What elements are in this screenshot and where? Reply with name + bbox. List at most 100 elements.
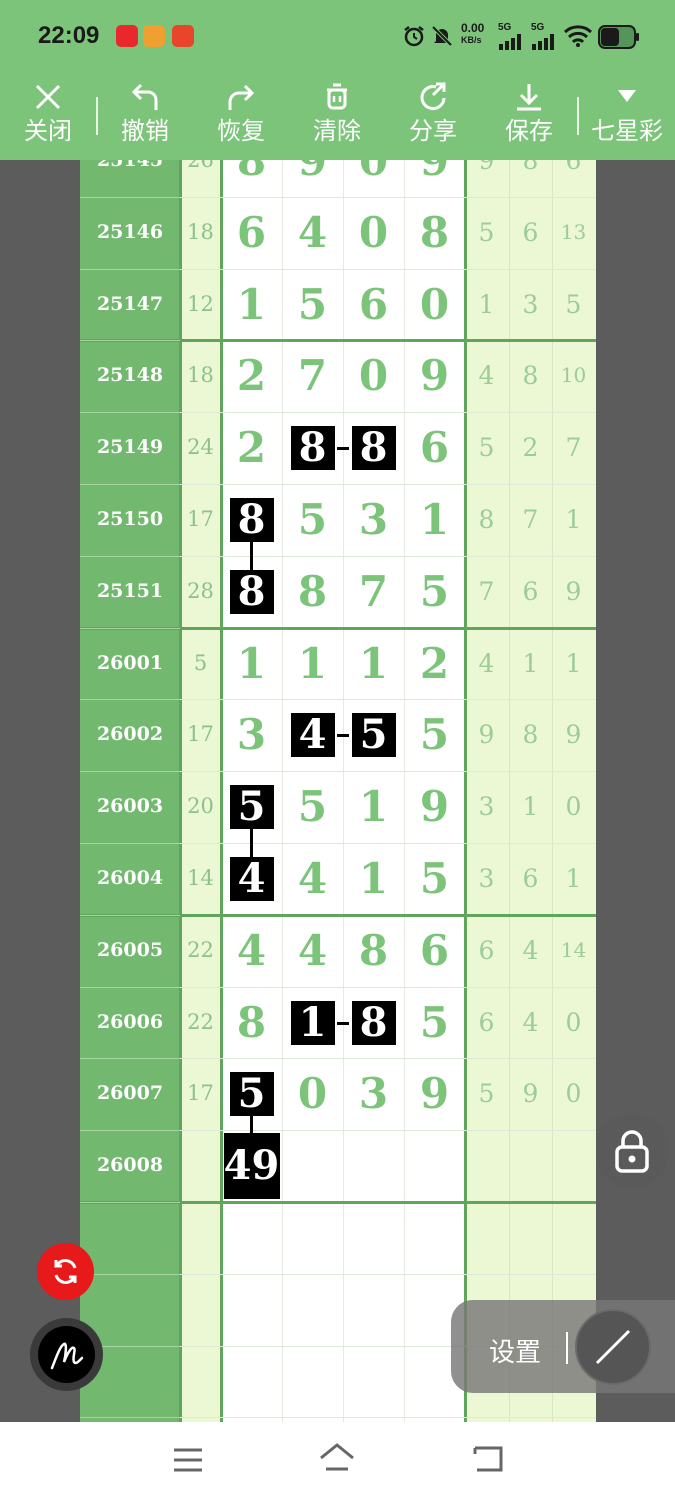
sum-value: 12 — [187, 291, 214, 316]
highlighted-digit: 49 — [223, 1133, 280, 1200]
top-toolbar: 22:09 0.00 KB/s 5G 5G 关闭 撤销 恢复 清除 分享 保存 … — [0, 0, 675, 160]
digit-cell — [404, 1130, 465, 1202]
digit-cell: 5 — [297, 782, 328, 832]
issue-number: 25148 — [96, 364, 164, 387]
digit-cell: 5 — [419, 854, 450, 903]
issue-number: 25147 — [96, 292, 164, 315]
stat-cell: 3 — [478, 864, 495, 893]
stat-cell: 1 — [522, 648, 539, 678]
pen-tool-inner — [38, 1326, 95, 1383]
digit-cell: 1 — [236, 279, 267, 329]
highlighted-digit: 5 — [351, 713, 396, 758]
lottery-label: 七星彩 — [591, 117, 663, 145]
digit-cell: 2 — [419, 638, 450, 688]
stat-cell: 8 — [522, 361, 539, 391]
issue-separator — [80, 1202, 180, 1203]
stat-cell: 4 — [522, 935, 539, 965]
stat-cell: 5 — [478, 433, 495, 463]
redo-button[interactable]: 恢复 — [196, 80, 286, 152]
sum-value — [180, 1130, 221, 1202]
lock-icon — [615, 1130, 649, 1173]
close-button[interactable]: 关闭 — [3, 80, 93, 152]
stat-cell — [509, 1130, 552, 1202]
signal-1-label: 5G — [498, 22, 512, 33]
stat-cell: 7 — [565, 433, 582, 463]
issue-number: 26005 — [96, 938, 164, 961]
battery-icon — [598, 25, 639, 49]
issue-number: 26003 — [96, 795, 164, 818]
vertical-connector — [250, 541, 253, 570]
digit-cell: 0 — [419, 279, 450, 329]
issue-number: 26007 — [96, 1082, 164, 1105]
digit-cell: 1 — [419, 495, 450, 544]
back-icon[interactable] — [471, 1444, 505, 1474]
issue-number: 26008 — [96, 1154, 164, 1177]
settings-button[interactable]: 设置 — [489, 1332, 541, 1369]
stat-cell: 6 — [478, 1007, 495, 1037]
net-speed: 0.00 KB/s — [461, 22, 484, 46]
lottery-chart-grid[interactable]: 25145 26 8 9 0 9 9 8 6 25146 18 6 4 0 8 5 6 13 25147 12 1 5 6 0… — [80, 160, 596, 1422]
digit-cell — [282, 1130, 343, 1202]
stat-cell: 2 — [522, 433, 539, 463]
refresh-button[interactable] — [37, 1243, 94, 1300]
app-notification-icon — [116, 25, 138, 47]
digit-cell: 8 — [297, 566, 328, 616]
save-button[interactable]: 保存 — [484, 80, 574, 152]
issue-number: 26004 — [96, 867, 164, 889]
toolbar-divider — [577, 97, 579, 135]
undo-button[interactable]: 撤销 — [100, 80, 190, 152]
line-tool-button[interactable] — [575, 1309, 651, 1385]
undo-label: 撤销 — [121, 117, 169, 145]
digit-cell: 6 — [419, 423, 450, 473]
stat-cell: 6 — [522, 217, 539, 247]
digit-cell: 1 — [358, 782, 389, 832]
sum-value: 26 — [187, 160, 214, 172]
alarm-icon — [404, 26, 424, 47]
digit-cell: 5 — [419, 997, 450, 1047]
wifi-icon — [563, 25, 593, 47]
digit-cell: 3 — [358, 1069, 389, 1119]
redo-icon — [228, 84, 255, 110]
signal-2-label: 5G — [531, 22, 545, 33]
menu-icon[interactable] — [172, 1447, 204, 1473]
pen-tool-button[interactable] — [30, 1318, 103, 1391]
clear-button[interactable]: 清除 — [292, 80, 382, 152]
stat-cell: 0 — [565, 1007, 582, 1037]
signal-1: 5G — [498, 22, 524, 53]
digit-cell: 4 — [297, 925, 328, 975]
digit-cell: 3 — [236, 710, 267, 760]
signal-2: 5G — [531, 22, 557, 53]
digit-cell: 2 — [236, 423, 267, 473]
digit-cell: 8 — [419, 207, 450, 257]
stat-cell: 9 — [478, 160, 495, 175]
stat-cell: 0 — [565, 792, 582, 822]
lock-button[interactable] — [596, 1113, 668, 1189]
digit-cell: 4 — [236, 925, 267, 975]
sum-value: 18 — [187, 219, 214, 244]
close-label: 关闭 — [24, 117, 72, 145]
share-button[interactable]: 分享 — [388, 80, 478, 152]
app-notification-icon — [143, 25, 165, 47]
lottery-dropdown[interactable]: 七星彩 — [582, 80, 672, 152]
stat-cell: 1 — [565, 864, 582, 893]
highlighted-digit: 8 — [351, 1000, 396, 1045]
stat-cell: 7 — [478, 576, 495, 606]
digit-cell — [343, 1130, 404, 1202]
issue-separator — [80, 1274, 180, 1275]
sum-value: 28 — [187, 578, 214, 603]
stat-cell: 9 — [565, 576, 582, 606]
stat-cell: 3 — [522, 289, 539, 319]
stat-cell: 4 — [522, 1007, 539, 1037]
issue-number: 25146 — [96, 220, 164, 243]
highlighted-digit: 8 — [290, 426, 335, 471]
digit-cell: 8 — [236, 160, 267, 185]
settings-panel[interactable]: 设置 — [451, 1300, 675, 1393]
home-icon[interactable] — [318, 1442, 356, 1474]
stat-cell: 3 — [478, 792, 495, 822]
digit-cell: 0 — [297, 1069, 328, 1119]
stat-cell — [552, 1130, 595, 1202]
settings-divider — [566, 1332, 568, 1364]
digit-cell: 1 — [358, 638, 389, 688]
stat-cell: 8 — [522, 160, 539, 175]
stat-cell: 5 — [565, 289, 582, 319]
